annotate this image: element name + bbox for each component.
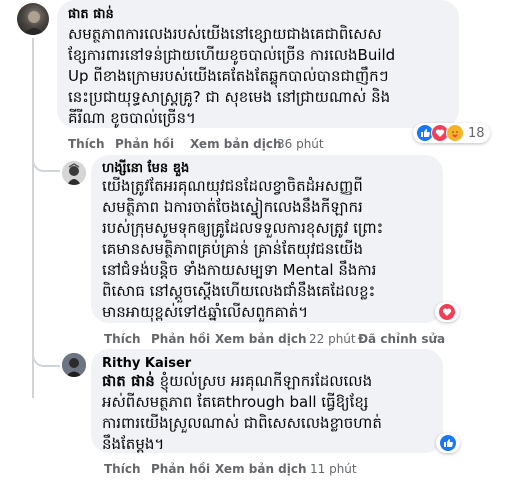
comment-line: នេះប្រជាយុទ្ធសាស្ត្រគ្រូ? ជា សុខមេង នៅជ្… [68, 88, 391, 106]
comment-time[interactable]: 11 phút [310, 461, 357, 477]
comment-line: ពិសោធ នៅស្តួចស្តើងហើយលេងជាំនឹងគេដែលខ្លះ [102, 282, 376, 300]
avatar[interactable] [62, 353, 86, 377]
comment-line: នៅជំទង់បន្តិច ទាំងកាយសម្បទា Mental នឹងកា… [102, 261, 377, 279]
comment-line: Up ពីខាងក្រោមរបស់យើងគេតែងតែឆ្លុកបាល់បានជ… [68, 67, 389, 85]
comment-author[interactable]: Rithy Kaiser [102, 355, 191, 372]
like-button[interactable]: Thích [68, 136, 105, 152]
comment-line: អស់ពីសមត្ថភាព តែគេthrough ball ធ្វើឱ្យខ្… [102, 393, 369, 411]
comment-line: មានអាយុខ្ពស់ទៅ៥ឆ្នាំលើសពួកគាត់។ [102, 303, 309, 321]
comment-text: យើងត្រូវតែអរគុណយុវជនដែលខ្វាចិតដំអសញ្ញពី … [102, 176, 383, 323]
comment-line: សមត្ថភាពការលេងរបស់យើងនៅខ្សោយជាងគេជាពិសេស [68, 25, 382, 43]
comment-time[interactable]: 22 phút [309, 331, 356, 347]
comment-bubble: ផាត ផាន់ សមត្ថភាពការលេងរបស់យើងនៅខ្សោយជាង… [57, 0, 459, 128]
translate-button[interactable]: Xem bản dịch [215, 461, 307, 477]
reply-button[interactable]: Phản hồi [151, 331, 210, 347]
avatar[interactable] [17, 3, 49, 35]
comment-actions: Thích Phản hồi Xem bản dịch 11 phút [104, 461, 404, 477]
translate-button[interactable]: Xem bản dịch [190, 136, 282, 152]
comment-line: យើងត្រូវតែអរគុណយុវជនដែលខ្វាចិតដំអសញ្ញពី [102, 177, 363, 195]
mention-link[interactable]: ផាត ផាន់ [102, 372, 155, 390]
comment-line: ខ្សែការពារនៅទន់ជ្រាយហើយខូចបាល់ច្រើន ការល… [68, 46, 396, 64]
like-button[interactable]: Thích [104, 331, 141, 347]
comment-author[interactable]: ផាត ផាន់ [68, 6, 114, 23]
comment-line: គេមានសមត្ថិភាពគ្រប់គ្រាន់ គ្រាន់តែយុវជនយ… [102, 240, 363, 258]
comment-line-rest: ខ្ញុំយល់ស្រប អរគុណកីឡាករដែលលេង [159, 372, 373, 390]
avatar[interactable] [62, 161, 86, 185]
avatar-photo [23, 11, 45, 35]
like-button[interactable]: Thích [104, 461, 141, 477]
comment-line: ផាត ផាន់ ខ្ញុំយល់ស្រប អរគុណកីឡាករដែលលេង [102, 371, 382, 392]
reaction-summary[interactable] [435, 302, 459, 322]
comment-line: ការពារយើងស្រួលណាស់ ជាពិសេសលេងខ្លាចហាត់ [102, 414, 382, 432]
comment-line: នឹងតែម្តង។ [102, 435, 165, 453]
comment-time[interactable]: 36 phút [277, 136, 324, 152]
thread-line [32, 38, 34, 398]
reply-button[interactable]: Phản hồi [115, 136, 174, 152]
comment-actions: Thích Phản hồi Xem bản dịch 36 phút [68, 136, 368, 152]
reaction-count: 18 [468, 125, 485, 141]
comment-line: គីរីណា ខូចបាល់ច្រើន។ [68, 109, 196, 127]
thread-connector [32, 345, 60, 367]
reaction-summary[interactable] [436, 433, 460, 453]
comment-bubble: Rithy Kaiser ផាត ផាន់ ខ្ញុំយល់ស្រប អរគុណ… [91, 349, 443, 453]
comment-author[interactable]: ហង្សីនោ មែន ឌួង [102, 160, 189, 177]
love-icon [438, 303, 456, 321]
comment-line: របស់ក្រុមសូមទុកឲ្យគ្រូដែលទទួលការខុសត្រូវ… [102, 219, 384, 237]
edited-label[interactable]: Đã chỉnh sửa [358, 331, 445, 347]
comment-line: សមត្ថិភាព ឯការចាត់ចែងស្នៀកលេងនឹងកីឡាករ [102, 198, 363, 216]
comment-text: ផាត ផាន់ ខ្ញុំយល់ស្រប អរគុណកីឡាករដែលលេង … [102, 371, 382, 455]
translate-button[interactable]: Xem bản dịch [215, 331, 307, 347]
comment-actions: Thích Phản hồi Xem bản dịch 22 phút Đã c… [104, 331, 445, 347]
thread-connector [32, 150, 60, 172]
reaction-summary[interactable]: 18 [413, 123, 490, 143]
avatar-photo [62, 161, 86, 185]
reply-button[interactable]: Phản hồi [151, 461, 210, 477]
care-icon [446, 124, 464, 142]
comment-bubble: ហង្សីនោ មែន ឌួង យើងត្រូវតែអរគុណយុវជនដែលខ… [91, 155, 443, 323]
like-icon [439, 434, 457, 452]
comment-text: សមត្ថភាពការលេងរបស់យើងនៅខ្សោយជាងគេជាពិសេស… [68, 24, 395, 129]
avatar-photo [62, 353, 86, 377]
